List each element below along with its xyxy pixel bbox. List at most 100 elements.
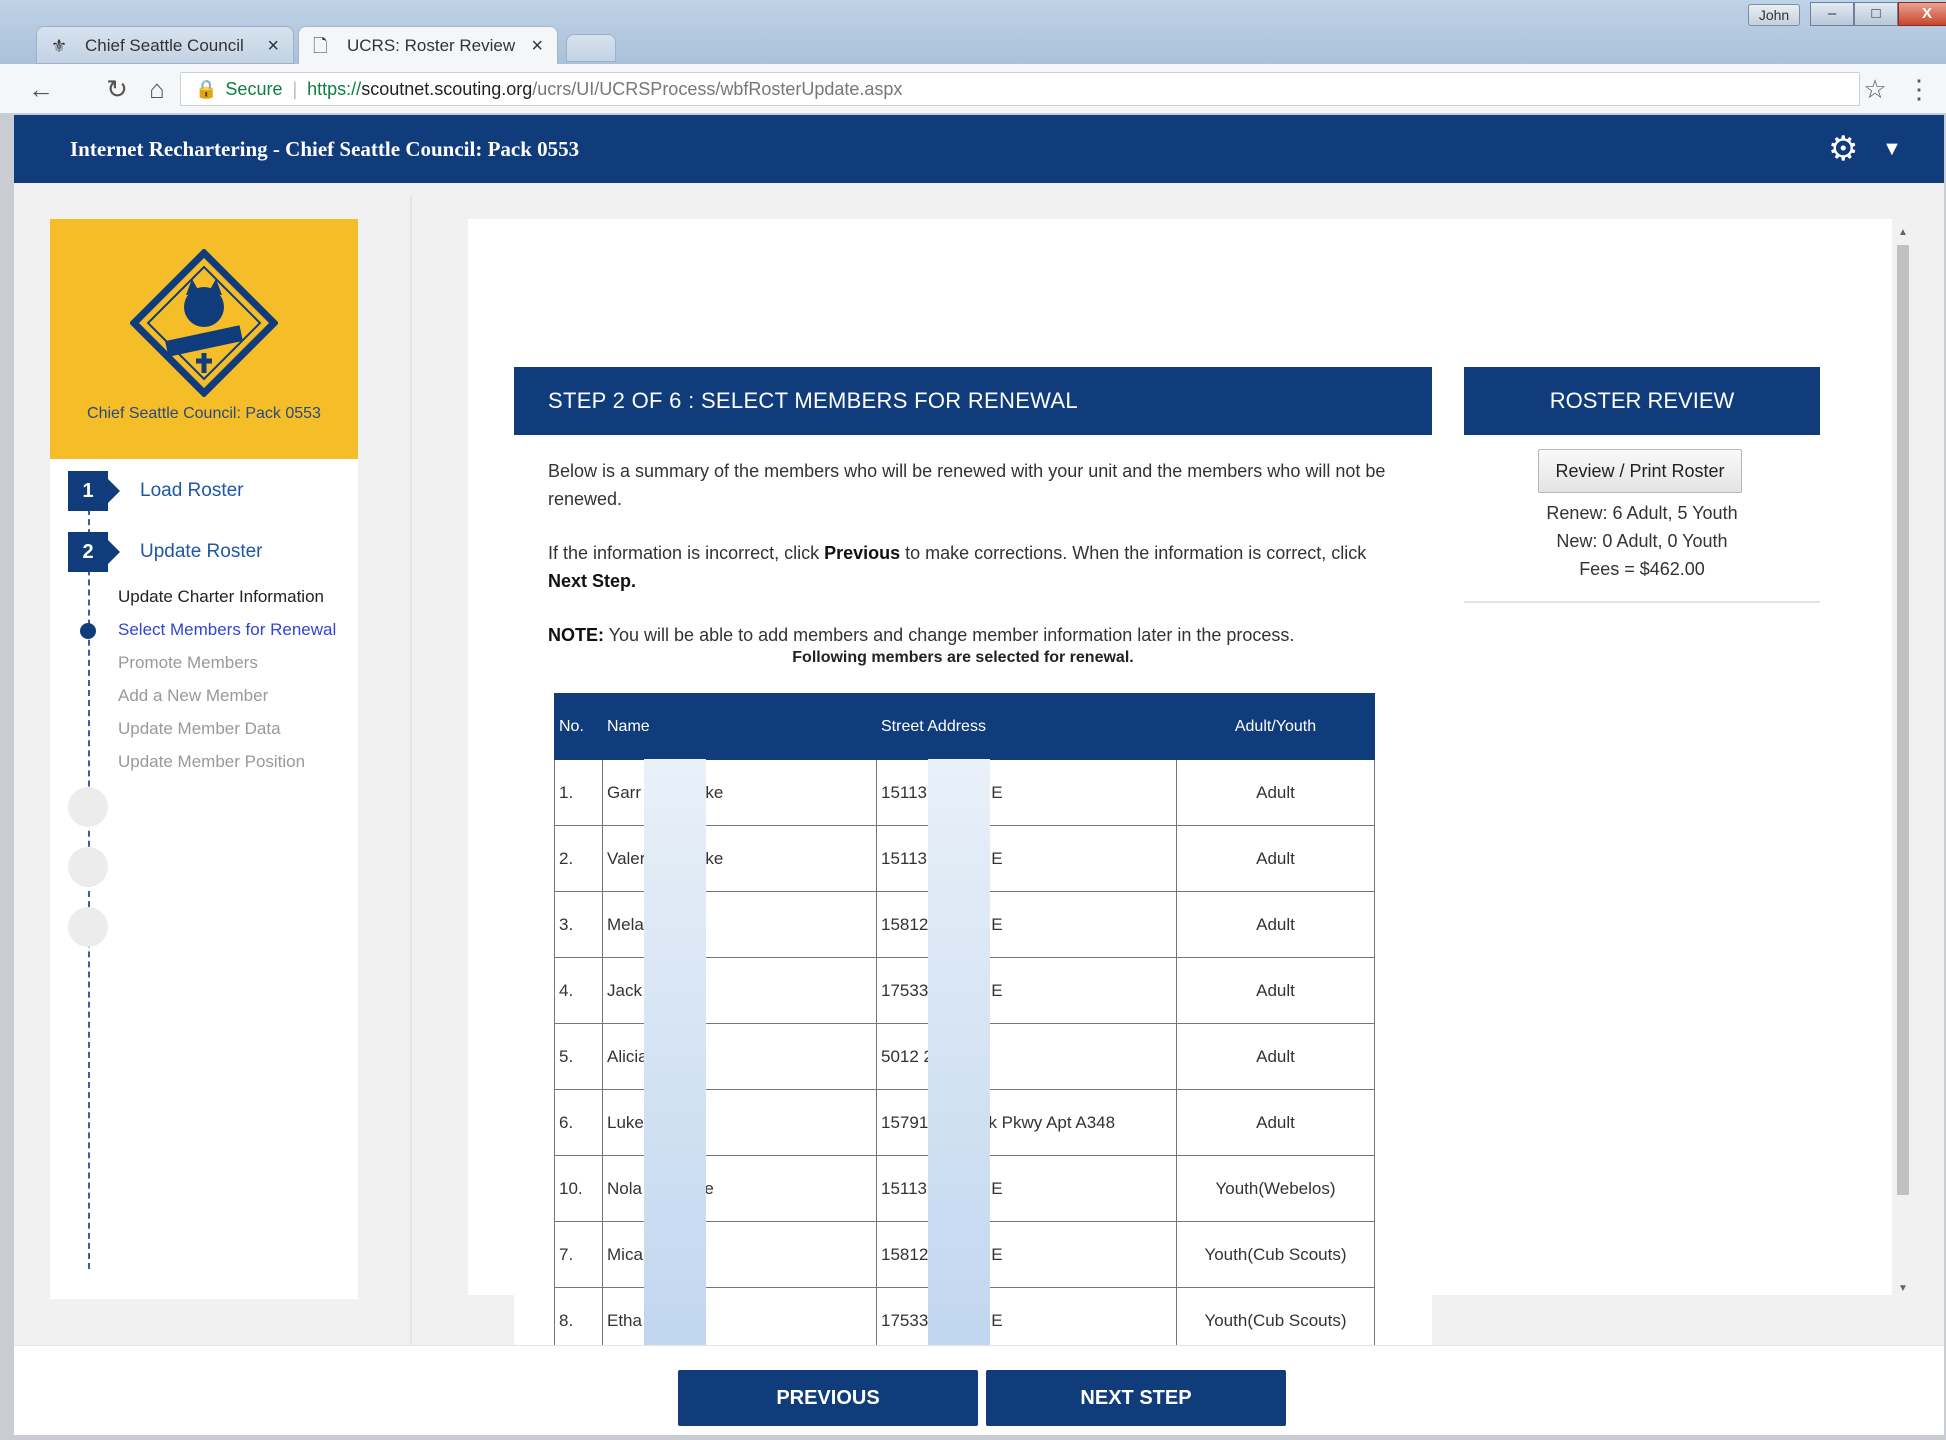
note-paragraph: NOTE: You will be able to add members an… [548,621,1408,649]
cell-adult-youth: Adult [1176,759,1375,826]
step-3-placeholder [68,787,108,827]
cell-adult-youth: Youth(Cub Scouts) [1176,1221,1375,1288]
cell-address: 15812 NE [876,1221,1177,1288]
next-step-emphasis: Next Step. [548,571,637,591]
cell-adult-youth: Adult [1176,891,1375,958]
step-header: STEP 2 OF 6 : SELECT MEMBERS FOR RENEWAL [514,367,1432,435]
instructions-paragraph: If the information is incorrect, click P… [548,539,1408,595]
browser-titlebar: ⚜ Chief Seattle Council × 🗋 UCRS: Roster… [0,0,1946,68]
scrollbar-thumb[interactable] [1897,245,1909,1195]
cell-no: 1. [554,759,603,826]
app-title: Internet Rechartering - Chief Seattle Co… [70,137,580,161]
cell-address: 15812 NE [876,891,1177,958]
substep-update-member-data: Update Member Data [118,719,281,738]
close-icon[interactable]: × [267,27,279,65]
wizard-footer: PREVIOUS NEXT STEP [14,1345,1944,1435]
cell-address: 15113 NE [876,825,1177,892]
current-step-dot [80,623,96,639]
instructions-text: to make corrections. When the informatio… [900,543,1367,563]
maximize-button[interactable]: □ [1854,2,1898,26]
cell-adult-youth: Youth(Webelos) [1176,1155,1375,1222]
cell-address: 15113 NE [876,759,1177,826]
home-icon[interactable]: ⌂ [140,72,174,106]
cell-adult-youth: Adult [1176,1089,1375,1156]
back-icon[interactable]: ← [24,72,58,106]
new-tab-button[interactable] [566,34,616,62]
table-header-row: No. Name Street Address Adult/Youth [554,693,1375,760]
previous-emphasis: Previous [824,543,901,563]
panel-divider [410,195,412,1355]
unit-logo-panel: Chief Seattle Council: Pack 0553 [50,219,358,459]
substep-promote-members: Promote Members [118,653,258,672]
cell-adult-youth: Adult [1176,825,1375,892]
content-scrollbar[interactable]: ▲ ▼ [1894,225,1912,1301]
cell-address: 17533 NE [876,1287,1177,1354]
next-step-button[interactable]: NEXT STEP [986,1370,1286,1426]
close-icon[interactable]: × [531,27,543,65]
window-close-button[interactable]: X [1898,2,1946,26]
cell-no: 5. [554,1023,603,1090]
cell-no: 10. [554,1155,603,1222]
lock-icon: 🔒 [195,79,218,99]
cell-no: 2. [554,825,603,892]
secure-label: Secure [225,79,283,99]
window-user-badge[interactable]: John [1748,4,1800,26]
bookmark-star-icon[interactable]: ☆ [1858,72,1892,106]
select-members-card: STEP 2 OF 6 : SELECT MEMBERS FOR RENEWAL… [514,367,1432,1420]
instructions-text: If the information is incorrect, click [548,543,825,563]
gear-icon[interactable]: ⚙ [1828,127,1858,171]
column-header-name: Name [602,693,877,760]
tab-chief-seattle-council[interactable]: ⚜ Chief Seattle Council × [36,26,294,64]
address-separator: | [292,79,298,99]
address-bar[interactable]: 🔒 Secure | https://scoutnet.scouting.org/uc… [180,72,1860,106]
substep-update-charter-information[interactable]: Update Charter Information [118,587,324,607]
scroll-down-arrow-icon[interactable]: ▼ [1894,1283,1912,1294]
cell-no: 7. [554,1221,603,1288]
scroll-up-arrow-icon[interactable]: ▲ [1894,227,1912,238]
unit-caption: Chief Seattle Council: Pack 0553 [87,405,321,422]
minimize-button[interactable]: – [1810,2,1854,26]
substep-add-new-member: Add a New Member [118,686,269,705]
step-number: 2 [68,532,120,572]
app-header: Internet Rechartering - Chief Seattle Co… [14,115,1944,183]
step-label[interactable]: Load Roster [140,471,244,511]
cell-address: 15791 ek Pkwy Apt A348 [876,1089,1177,1156]
reload-icon[interactable]: ↻ [100,72,134,106]
roster-review-card: ROSTER REVIEW Review / Print Roster Rene… [1464,367,1820,603]
cell-no: 6. [554,1089,603,1156]
step-number: 1 [68,471,120,511]
new-summary: New: 0 Adult, 0 Youth [1556,531,1728,551]
substep-select-members-for-renewal[interactable]: Select Members for Renewal [118,620,336,640]
fees-summary: Fees = $462.00 [1579,559,1705,579]
intro-paragraph: Below is a summary of the members who wi… [548,461,1386,509]
sidebar: Chief Seattle Council: Pack 0553 1 Load … [50,219,358,1299]
cell-adult-youth: Youth(Cub Scouts) [1176,1287,1375,1354]
browser-toolbar: ← ↻ ⌂ 🔒 Secure | https://scoutnet.scouting.… [0,64,1946,114]
tab-roster-review[interactable]: 🗋 UCRS: Roster Review × [298,26,558,64]
cell-address: 5012 2E [876,1023,1177,1090]
tab-title: UCRS: Roster Review [347,36,516,55]
step-4-placeholder [68,847,108,887]
column-header-address: Street Address [876,693,1177,760]
substep-update-member-position: Update Member Position [118,752,306,771]
step-label[interactable]: Update Roster [140,532,263,572]
cell-address: 17533 NE [876,957,1177,1024]
name-redaction [644,759,706,1399]
address-redaction [928,759,990,1399]
step-5-placeholder [68,907,108,947]
roster-review-header: ROSTER REVIEW [1464,367,1820,435]
window-controls: – □ X [1810,2,1946,28]
column-header-no: No. [554,693,603,760]
previous-button[interactable]: PREVIOUS [678,1370,978,1426]
renew-summary: Renew: 6 Adult, 5 Youth [1546,503,1738,523]
fleur-de-lis-icon: ⚜ [51,36,68,56]
cub-scouts-logo [130,249,278,397]
following-members-caption: Following members are selected for renew… [792,649,1134,666]
url-protocol: https:// [307,79,362,99]
browser-menu-icon[interactable]: ⋮ [1902,72,1936,106]
cell-address-end: ek Pkwy Apt A348 [979,1112,1116,1132]
review-print-roster-button[interactable]: Review / Print Roster [1538,449,1742,493]
chevron-down-icon[interactable]: ▼ [1882,127,1902,171]
cell-no: 8. [554,1287,603,1354]
cell-adult-youth: Adult [1176,1023,1375,1090]
